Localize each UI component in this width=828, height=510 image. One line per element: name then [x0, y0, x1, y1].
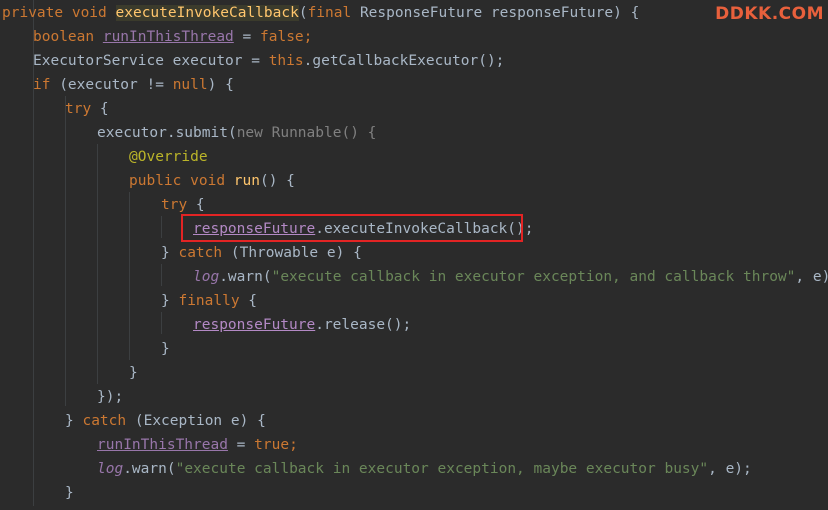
code-line: try {	[65, 97, 109, 121]
indent-guide	[65, 96, 66, 406]
code-text: }	[161, 245, 179, 261]
code-line: public void run() {	[129, 169, 295, 193]
code-text: =	[227, 437, 255, 453]
keyword: if	[33, 77, 51, 93]
keyword: catch	[82, 413, 127, 429]
indent-guide	[161, 264, 162, 286]
string-literal: "execute callback in executor exception,…	[175, 461, 709, 477]
field-reference[interactable]: runInThisThread	[97, 437, 228, 453]
code-line: boolean runInThisThread = false;	[33, 25, 312, 49]
code-line: if (executor != null) {	[33, 73, 234, 97]
indent-guide	[161, 216, 162, 238]
code-line: private void executeInvokeCallback(final…	[2, 1, 639, 25]
code-text: executor.submit(	[97, 125, 237, 141]
keyword: void	[190, 173, 226, 189]
annotation: @Override	[129, 149, 208, 165]
code-text: .warn(	[219, 269, 272, 285]
code-text: .getCallbackExecutor();	[303, 53, 505, 69]
code-text: .release();	[315, 317, 412, 333]
highlight-box	[181, 214, 523, 242]
indent-guide	[129, 192, 130, 360]
code-text: (Throwable e) {	[222, 245, 362, 261]
keyword: boolean	[33, 29, 95, 45]
code-text: {	[239, 293, 258, 309]
keyword: try	[65, 101, 92, 117]
code-line: log.warn("execute callback in executor e…	[97, 457, 752, 481]
keyword: private	[2, 5, 64, 21]
code-line: }	[65, 481, 74, 505]
code-text: (Exception e) {	[126, 413, 266, 429]
code-line: } catch (Throwable e) {	[161, 241, 362, 265]
keyword: void	[71, 5, 107, 21]
code-line: ExecutorService executor = this.getCallb…	[33, 49, 504, 73]
code-text: Runnable() {	[262, 125, 377, 141]
code-line: responseFuture.release();	[193, 313, 411, 337]
code-text: {	[187, 197, 205, 213]
field-reference[interactable]: runInThisThread	[103, 29, 234, 45]
code-text: });	[97, 389, 124, 405]
keyword: true	[254, 437, 290, 453]
keyword: null	[172, 77, 208, 93]
code-line: @Override	[129, 145, 208, 169]
keyword: finally	[178, 293, 240, 309]
indent-guide	[97, 144, 98, 384]
code-text: .warn(	[123, 461, 176, 477]
keyword: catch	[178, 245, 223, 261]
code-text: ;	[303, 29, 313, 45]
code-text: (	[298, 5, 308, 21]
code-text: }	[65, 413, 83, 429]
code-text: , e);	[708, 461, 752, 477]
code-text: , e);	[795, 269, 828, 285]
keyword: public	[129, 173, 182, 189]
code-editor[interactable]: private void executeInvokeCallback(final…	[0, 0, 828, 510]
keyword: try	[161, 197, 188, 213]
keyword: final	[307, 5, 352, 21]
code-text: () {	[259, 173, 295, 189]
watermark	[480, 486, 825, 508]
code-text: ) {	[207, 77, 234, 93]
code-line: });	[97, 385, 123, 409]
code-line: } finally {	[161, 289, 257, 313]
code-text: (executor !=	[50, 77, 173, 93]
code-line: log.warn("execute callback in executor e…	[193, 265, 828, 289]
code-text: =	[233, 29, 260, 45]
param-reference[interactable]: responseFuture	[193, 317, 315, 333]
keyword: this	[268, 53, 304, 69]
code-line: }	[161, 337, 170, 361]
code-text: ExecutorService executor =	[33, 53, 269, 69]
code-text: }	[161, 293, 179, 309]
method-name[interactable]: executeInvokeCallback	[115, 5, 299, 21]
string-literal: "execute callback in executor exception,…	[271, 269, 796, 285]
code-text: ResponseFuture responseFuture) {	[359, 5, 640, 21]
field-reference[interactable]: log	[97, 461, 123, 477]
method-name[interactable]: run	[234, 173, 260, 189]
code-line: }	[129, 361, 138, 385]
code-text: {	[91, 101, 109, 117]
code-line: } catch (Exception e) {	[65, 409, 266, 433]
code-text: }	[65, 485, 74, 501]
keyword: false	[260, 29, 304, 45]
brand-logo: DDKK.COM	[715, 4, 824, 24]
indent-guide	[161, 312, 162, 334]
code-text: }	[129, 365, 138, 381]
keyword: new	[236, 125, 263, 141]
code-text: }	[161, 341, 170, 357]
code-text: ;	[289, 437, 298, 453]
field-reference[interactable]: log	[193, 269, 219, 285]
code-line: runInThisThread = true;	[97, 433, 298, 457]
code-line: executor.submit(new Runnable() {	[97, 121, 376, 145]
